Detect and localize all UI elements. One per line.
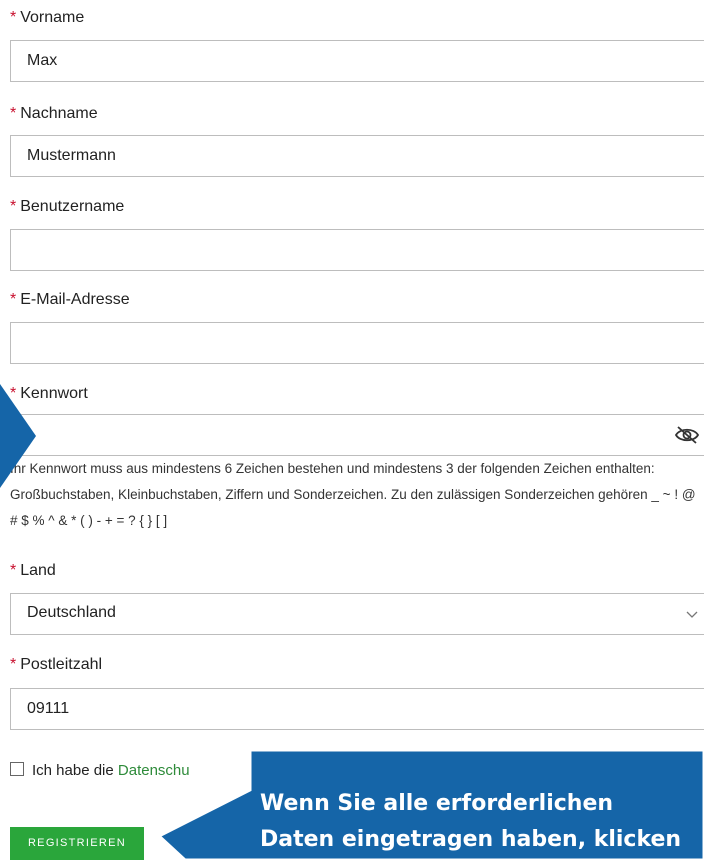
first-name-field[interactable] xyxy=(10,40,704,82)
postal-code-label: * Postleitzahl xyxy=(10,655,102,675)
required-mark: * xyxy=(10,291,17,308)
password-label: * Kennwort xyxy=(10,384,88,404)
consent-text: Ich habe die xyxy=(32,762,118,779)
required-mark: * xyxy=(10,656,17,673)
postal-code-field[interactable] xyxy=(10,688,704,730)
password-field[interactable] xyxy=(10,414,704,456)
country-select-value: Deutschland xyxy=(27,604,116,621)
required-mark: * xyxy=(10,198,17,215)
hide-password-icon[interactable] xyxy=(673,424,701,446)
consent-row: Ich habe die Datenschu xyxy=(10,762,190,779)
first-name-input[interactable] xyxy=(11,41,667,81)
first-name-label-text: Vorname xyxy=(20,9,85,26)
last-name-label-text: Nachname xyxy=(20,105,98,122)
country-label-text: Land xyxy=(20,562,56,579)
country-label: * Land xyxy=(10,561,56,581)
country-select[interactable]: Deutschland xyxy=(10,593,704,635)
callout-line-1: Wenn Sie alle erforderlichen xyxy=(260,791,614,816)
callout-line-2: Daten eingetragen haben, klicken xyxy=(260,827,682,852)
required-mark: * xyxy=(10,105,17,122)
password-hint: Ihr Kennwort muss aus mindestens 6 Zeich… xyxy=(10,461,696,528)
password-label-text: Kennwort xyxy=(20,385,88,402)
password-input[interactable] xyxy=(11,415,667,455)
postal-code-input[interactable] xyxy=(11,689,667,729)
email-input[interactable] xyxy=(11,323,667,363)
last-name-label: * Nachname xyxy=(10,104,98,124)
privacy-policy-link[interactable]: Datenschu xyxy=(118,762,190,779)
required-mark: * xyxy=(10,9,17,26)
last-name-field[interactable] xyxy=(10,135,704,177)
username-field[interactable] xyxy=(10,229,704,271)
register-button[interactable]: REGISTRIEREN xyxy=(10,827,144,860)
last-name-input[interactable] xyxy=(11,136,667,176)
required-mark: * xyxy=(10,385,17,402)
first-name-label: * Vorname xyxy=(10,8,84,28)
consent-checkbox[interactable] xyxy=(10,762,24,776)
email-field[interactable] xyxy=(10,322,704,364)
chevron-down-icon xyxy=(686,611,698,618)
email-label: * E-Mail-Adresse xyxy=(10,290,130,310)
email-label-text: E-Mail-Adresse xyxy=(20,291,130,308)
required-mark: * xyxy=(10,562,17,579)
postal-code-label-text: Postleitzahl xyxy=(20,656,103,673)
username-label-text: Benutzername xyxy=(20,198,125,215)
username-label: * Benutzername xyxy=(10,197,124,217)
username-input[interactable] xyxy=(11,230,667,270)
callout-text: Wenn Sie alle erforderlichen Daten einge… xyxy=(260,786,700,858)
